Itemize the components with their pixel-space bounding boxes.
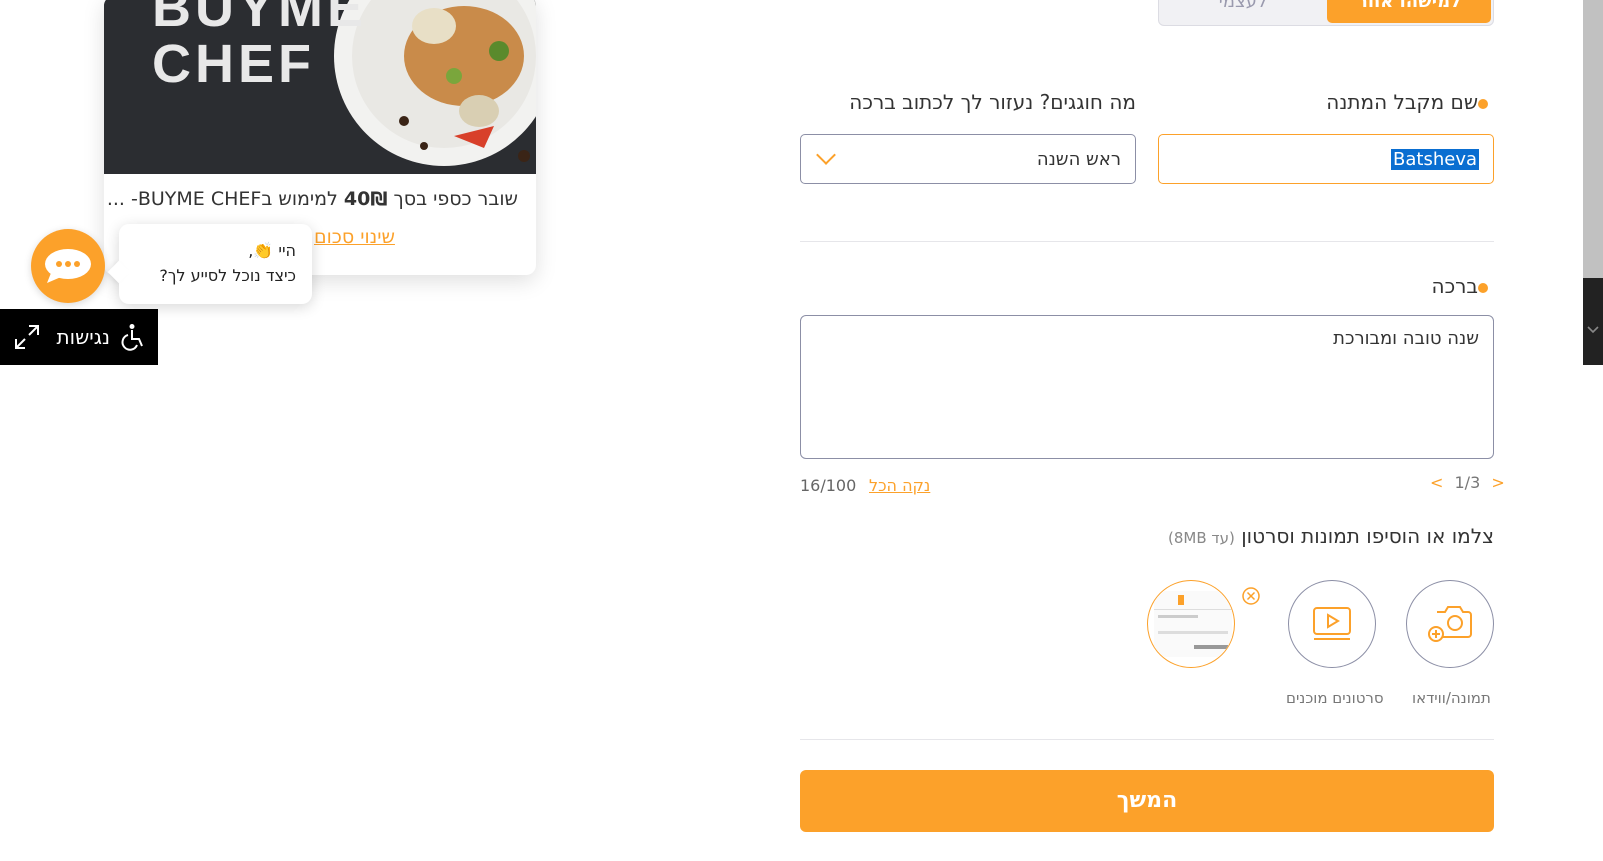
- chat-bubble-icon: [45, 249, 91, 283]
- greeting-textarea[interactable]: שנה טובה ומבורכת: [800, 315, 1494, 459]
- occasion-label: מה חוגגים? נעזור לך לכתוב ברכה: [849, 90, 1136, 114]
- scrollbar-overlay: [1583, 278, 1603, 365]
- clear-all-link[interactable]: נקה הכל: [869, 476, 930, 495]
- photo-video-caption: תמונה/ווידאו: [1412, 689, 1491, 707]
- add-photo-video-button[interactable]: [1406, 580, 1494, 668]
- section-divider: [800, 241, 1494, 242]
- thumbnail-image: [1154, 591, 1232, 657]
- chat-greeting: היי 👏,: [248, 241, 296, 260]
- ready-videos-caption: סרטונים מוכנים: [1286, 689, 1384, 707]
- occasion-select[interactable]: ראש השנה: [800, 134, 1136, 184]
- remove-media-icon[interactable]: [1241, 586, 1261, 606]
- chat-question: כיצד נוכל לסייע לך?: [159, 266, 296, 285]
- accessibility-bar[interactable]: נגישות: [0, 309, 158, 365]
- greeting-label: ברכה: [1432, 274, 1495, 298]
- for-myself-option[interactable]: לעצמי: [1159, 0, 1327, 25]
- expand-icon[interactable]: [14, 324, 40, 350]
- occasion-value: ראש השנה: [1036, 148, 1121, 170]
- chat-button[interactable]: [31, 229, 105, 303]
- ready-videos-button[interactable]: [1288, 580, 1376, 668]
- brand-logo: BUYME CHEF: [152, 0, 368, 94]
- char-counter: 16/100: [800, 476, 857, 495]
- camera-plus-icon: [1428, 606, 1472, 642]
- uploaded-media-thumbnail[interactable]: [1147, 580, 1235, 668]
- accessibility-label: נגישות: [56, 325, 111, 349]
- scrollbar-thumb[interactable]: [1583, 0, 1603, 278]
- video-play-icon: [1313, 607, 1351, 640]
- required-indicator: [1478, 282, 1488, 293]
- media-size-hint: (עד 8MB): [1168, 529, 1235, 547]
- recipient-name-label: שם מקבל המתנה: [1326, 90, 1494, 114]
- chevron-down-icon: [816, 145, 836, 165]
- for-someone-else-option[interactable]: למישהו אחר: [1327, 0, 1491, 23]
- change-amount-link[interactable]: שינוי סכום: [314, 226, 395, 248]
- chat-greeting-bubble[interactable]: היי 👏, כיצד נוכל לסייע לך?: [119, 224, 312, 304]
- voucher-amount: 40₪: [343, 188, 388, 210]
- required-indicator: [1478, 98, 1488, 109]
- recipient-name-input[interactable]: Batsheva: [1158, 134, 1494, 184]
- greeting-text: שנה טובה ומבורכת: [1333, 328, 1479, 349]
- prev-greeting-arrow[interactable]: <: [1430, 473, 1443, 492]
- product-description: שובר כספי בסך 40₪ למימוש בBUYME CHEF- ..…: [106, 188, 518, 210]
- media-section-title: צלמו או הוסיפו תמונות וסרטון (עד 8MB): [1168, 524, 1494, 548]
- wheelchair-icon: [121, 324, 143, 351]
- product-image: BUYME CHEF: [104, 0, 536, 174]
- recipient-toggle: לעצמי למישהו אחר: [1158, 0, 1494, 26]
- next-greeting-arrow[interactable]: >: [1491, 473, 1504, 492]
- pager-count: 1/3: [1454, 473, 1481, 492]
- section-divider: [800, 739, 1494, 740]
- greeting-pager: < 1/3 >: [1430, 473, 1505, 492]
- recipient-name-value: Batsheva: [1391, 148, 1479, 170]
- chevron-down-icon[interactable]: [1583, 320, 1603, 340]
- continue-button[interactable]: המשך: [800, 770, 1494, 832]
